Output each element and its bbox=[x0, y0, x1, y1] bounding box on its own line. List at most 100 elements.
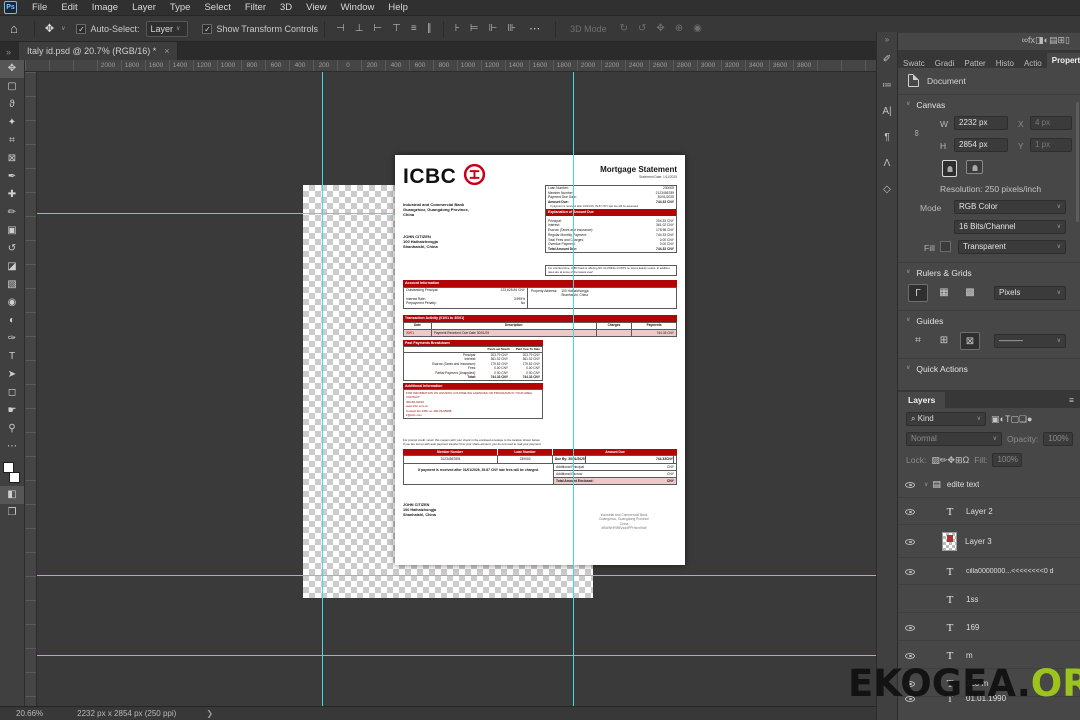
auto-select-checkbox[interactable]: ✓ bbox=[76, 23, 87, 34]
edit-guides-button[interactable]: ⊠ bbox=[960, 332, 980, 350]
layers-action-icon[interactable]: ◨ bbox=[1035, 35, 1044, 45]
guides-section-header[interactable]: ∨ Guides bbox=[906, 316, 943, 326]
tool-button[interactable]: T bbox=[0, 348, 24, 366]
lock-icon[interactable]: ▨ bbox=[931, 455, 940, 465]
tool-button[interactable]: ⋯ bbox=[0, 438, 24, 456]
guide-style-dropdown[interactable]: ——— ∨ bbox=[994, 334, 1066, 348]
rulers-grids-section-header[interactable]: ∨ Rulers & Grids bbox=[906, 268, 972, 278]
tool-button[interactable]: ⊠ bbox=[0, 150, 24, 168]
panel-tab[interactable]: Histo bbox=[991, 56, 1019, 71]
menu-item[interactable]: Type bbox=[163, 2, 198, 13]
opacity-field[interactable]: 100% bbox=[1043, 432, 1074, 446]
panel-tab[interactable]: Actio bbox=[1019, 56, 1047, 71]
collapsed-panel-icon[interactable]: ≔ bbox=[877, 73, 897, 99]
tool-button[interactable]: ⌗ bbox=[0, 132, 24, 150]
layer-row[interactable]: T Layer 2 bbox=[898, 499, 1080, 525]
close-icon[interactable]: × bbox=[164, 46, 169, 56]
tool-button[interactable]: ↺ bbox=[0, 240, 24, 258]
menu-item[interactable]: Layer bbox=[125, 2, 163, 13]
tool-button[interactable]: ✏ bbox=[0, 204, 24, 222]
quick-actions-section-header[interactable]: ∨ Quick Actions bbox=[906, 364, 968, 374]
background-color-swatch[interactable] bbox=[9, 472, 20, 483]
menu-item[interactable]: Filter bbox=[238, 2, 273, 13]
tool-button[interactable]: ϑ bbox=[0, 96, 24, 114]
menu-item[interactable]: 3D bbox=[273, 2, 299, 13]
photoshop-logo-icon[interactable]: Ps bbox=[4, 1, 17, 14]
visibility-toggle[interactable] bbox=[905, 652, 915, 659]
align-icon[interactable]: ⊥ bbox=[350, 23, 369, 34]
layer-row[interactable]: T cilla0000000...<<<<<<<<0 d bbox=[898, 559, 1080, 585]
layer-row[interactable]: Layer 3 bbox=[898, 526, 1080, 558]
lock-guides-button[interactable]: ⊞ bbox=[934, 332, 954, 350]
tool-button[interactable]: ❐ bbox=[0, 504, 24, 522]
tool-button[interactable]: ◐ bbox=[0, 312, 24, 330]
fill-swatch[interactable] bbox=[940, 241, 951, 252]
panel-tab[interactable]: Patter bbox=[959, 56, 990, 71]
tool-button[interactable]: ▢ bbox=[0, 78, 24, 96]
tool-button[interactable]: ✥ bbox=[0, 60, 24, 78]
bit-depth-dropdown[interactable]: 16 Bits/Channel ∨ bbox=[954, 220, 1066, 234]
tool-button[interactable]: ◧ bbox=[0, 486, 24, 504]
layer-filter-icon[interactable]: ● bbox=[1027, 414, 1032, 424]
tab-overflow-icon[interactable]: » bbox=[0, 47, 19, 60]
tool-button[interactable]: ▧ bbox=[0, 276, 24, 294]
distribute-icon[interactable]: ⊦ bbox=[450, 23, 465, 34]
collapsed-panel-icon[interactable]: ¶ bbox=[877, 125, 897, 151]
distribute-icon[interactable]: ⊪ bbox=[502, 23, 521, 34]
tool-button[interactable]: ✑ bbox=[0, 330, 24, 348]
tool-button[interactable]: ▣ bbox=[0, 222, 24, 240]
home-icon[interactable]: ⌂ bbox=[0, 21, 28, 36]
more-options-icon[interactable]: ⋯ bbox=[521, 22, 549, 35]
visibility-toggle[interactable] bbox=[905, 481, 915, 488]
scrollbar[interactable] bbox=[1076, 102, 1079, 222]
layer-row-group[interactable]: ∨ ▤ edite text bbox=[898, 472, 1080, 498]
layer-filter-dropdown[interactable]: ⌕ Kind ∨ bbox=[906, 412, 986, 426]
menu-item[interactable]: File bbox=[25, 2, 54, 13]
collapsed-panel-icon[interactable]: ◇ bbox=[877, 177, 897, 203]
collapsed-panel-icon[interactable]: ✐ bbox=[877, 47, 897, 73]
tool-button[interactable]: ◉ bbox=[0, 294, 24, 312]
show-transform-checkbox[interactable]: ✓ bbox=[202, 23, 213, 34]
menu-item[interactable]: Image bbox=[85, 2, 125, 13]
menu-item[interactable]: Help bbox=[381, 2, 415, 13]
link-dimensions-icon[interactable]: ∞ bbox=[912, 130, 922, 136]
blend-mode-dropdown[interactable]: Normal ∨ bbox=[906, 432, 1002, 446]
width-field[interactable]: 2232 px bbox=[954, 116, 1008, 130]
tool-button[interactable]: ✦ bbox=[0, 114, 24, 132]
layer-fill-field[interactable]: 100% bbox=[992, 453, 1023, 467]
lock-icon[interactable]: Ω bbox=[962, 455, 969, 465]
layers-action-icon[interactable]: ▤ bbox=[1049, 35, 1058, 45]
ruler-units-dropdown[interactable]: Pixels ∨ bbox=[994, 286, 1066, 300]
visibility-toggle[interactable] bbox=[905, 538, 915, 545]
align-icon[interactable]: ⊢ bbox=[368, 23, 387, 34]
canvas-section-header[interactable]: ∨ Canvas bbox=[906, 100, 945, 110]
mode-dropdown[interactable]: RGB Color ∨ bbox=[954, 200, 1066, 214]
menu-item[interactable]: Window bbox=[334, 2, 382, 13]
align-icon[interactable]: ∥ bbox=[422, 23, 437, 34]
layer-row[interactable]: T 169 bbox=[898, 615, 1080, 641]
align-icon[interactable]: ⊤ bbox=[387, 23, 406, 34]
align-icon[interactable]: ⊣ bbox=[331, 23, 350, 34]
collapsed-panel-icon[interactable]: Ʌ bbox=[877, 151, 897, 177]
layer-filter-icon[interactable]: ▢ bbox=[1010, 414, 1019, 424]
visibility-toggle[interactable] bbox=[905, 568, 915, 575]
chevron-down-icon[interactable]: ∨ bbox=[58, 25, 68, 32]
toggle-pixel-grid-button[interactable]: ▩ bbox=[960, 284, 980, 302]
align-icon[interactable]: ≡ bbox=[406, 23, 422, 34]
layers-menu-icon[interactable]: ≡ bbox=[1063, 395, 1080, 408]
menu-item[interactable]: View bbox=[299, 2, 333, 13]
landscape-orientation-button[interactable] bbox=[966, 160, 983, 174]
tool-button[interactable]: ◪ bbox=[0, 258, 24, 276]
visibility-toggle[interactable] bbox=[905, 508, 915, 515]
menu-item[interactable]: Edit bbox=[54, 2, 84, 13]
document-tab[interactable]: Italy id.psd @ 20.7% (RGB/16) * × bbox=[19, 42, 179, 60]
tab-layers[interactable]: Layers bbox=[898, 392, 946, 408]
lock-icon[interactable]: ✥ bbox=[947, 455, 955, 465]
distribute-icon[interactable]: ⊩ bbox=[484, 23, 503, 34]
collapsed-panel-icon[interactable]: A| bbox=[877, 99, 897, 125]
status-arrow-icon[interactable]: ❯ bbox=[206, 709, 213, 718]
tool-button[interactable]: ⚲ bbox=[0, 420, 24, 438]
toggle-grid-button[interactable]: ▦ bbox=[934, 284, 954, 302]
visibility-toggle[interactable] bbox=[905, 624, 915, 631]
tool-button[interactable]: ➤ bbox=[0, 366, 24, 384]
